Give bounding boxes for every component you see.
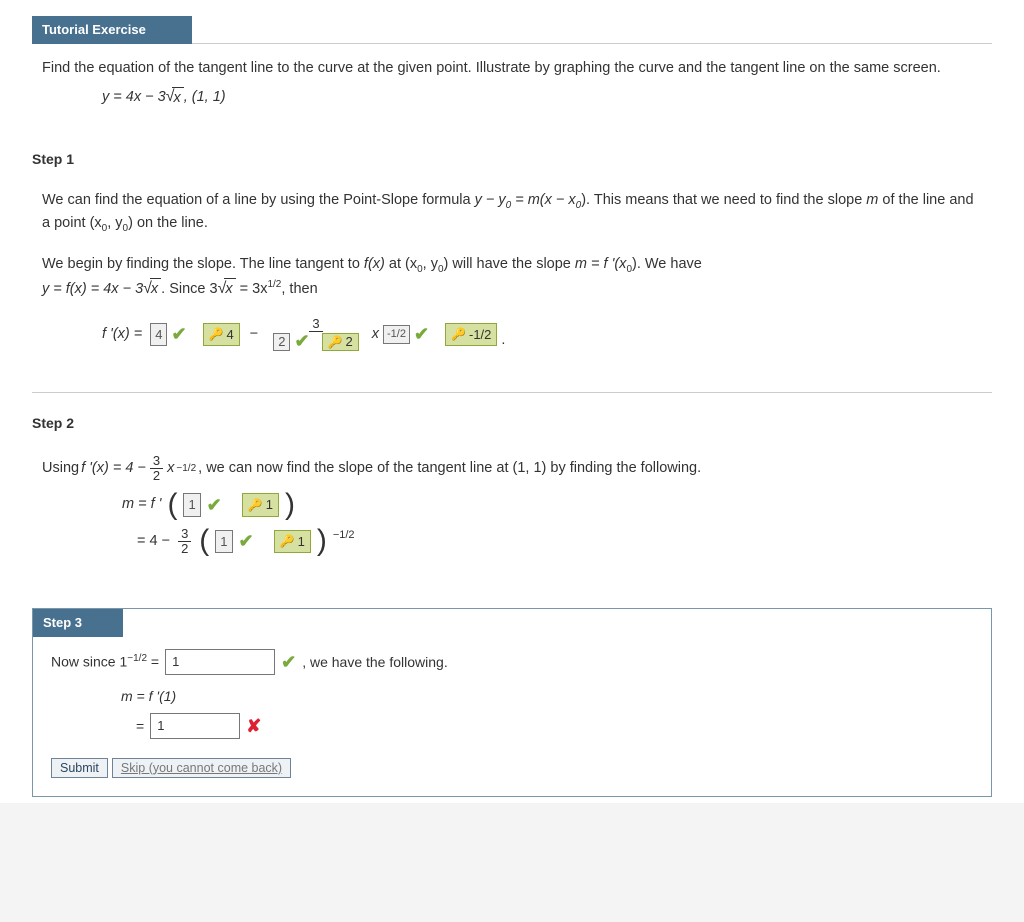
skip-button[interactable]: Skip (you cannot come back) <box>112 758 291 778</box>
step1-label: Step 1 <box>32 149 992 170</box>
step3-input-2[interactable]: 1 <box>150 713 240 739</box>
submit-button[interactable]: Submit <box>51 758 108 778</box>
step1-input-3[interactable]: -1/2 <box>383 325 410 344</box>
step1-key-3: 🔑-1/2 <box>445 323 497 347</box>
step1-input-1[interactable]: 4 <box>150 323 167 347</box>
key-icon: 🔑 <box>451 325 466 343</box>
step2-key-2: 🔑1 <box>274 530 311 554</box>
key-icon: 🔑 <box>209 325 224 343</box>
step2-body: Using f '(x) = 4 − 32 x−1/2 , we can now… <box>32 440 992 578</box>
check-icon: ✔ <box>294 332 309 352</box>
check-icon: ✔ <box>239 528 254 555</box>
step3-container: Step 3 Now since 1−1/2 = 1 ✔ , we have t… <box>32 608 992 797</box>
key-icon: 🔑 <box>248 496 263 514</box>
cross-icon: ✘ <box>246 713 261 740</box>
check-icon: ✔ <box>281 649 296 676</box>
step2-label: Step 2 <box>32 413 992 434</box>
key-icon: 🔑 <box>280 532 295 550</box>
check-icon: ✔ <box>171 321 186 348</box>
step1-input-2[interactable]: 2 <box>273 333 290 351</box>
key-icon: 🔑 <box>328 336 343 349</box>
step3-label: Step 3 <box>33 609 123 637</box>
step2-input-1[interactable]: 1 <box>183 493 200 517</box>
problem-text: Find the equation of the tangent line to… <box>42 58 982 80</box>
step1-fprime-equation: f '(x) = 4 ✔ 🔑4 − 3 2 ✔ 🔑2 x -1/2 ✔ 🔑 <box>102 317 982 352</box>
step3-line1: Now since 1−1/2 = 1 ✔ , we have the foll… <box>51 649 973 676</box>
step1-key-2: 🔑2 <box>322 333 359 351</box>
step2-line1: m = f ' ( 1 ✔ 🔑1 ) <box>122 492 982 519</box>
step3-line2: m = f '(1) <box>121 686 973 707</box>
problem-statement: Find the equation of the tangent line to… <box>32 44 992 130</box>
problem-equation: y = 4x − 3√x, (1, 1) <box>42 85 982 109</box>
step3-input-1[interactable]: 1 <box>165 649 275 675</box>
step2-key-1: 🔑1 <box>242 493 279 517</box>
check-icon: ✔ <box>207 492 222 519</box>
step1-body: We can find the equation of a line by us… <box>32 176 992 378</box>
step2-input-2[interactable]: 1 <box>215 530 232 554</box>
step2-line2: = 4 − 32 ( 1 ✔ 🔑1 ) −1/2 <box>137 527 982 557</box>
tutorial-exercise-header: Tutorial Exercise <box>32 16 192 44</box>
step1-key-1: 🔑4 <box>203 323 240 347</box>
check-icon: ✔ <box>414 321 429 348</box>
step3-line3: = 1 ✘ <box>136 713 973 740</box>
